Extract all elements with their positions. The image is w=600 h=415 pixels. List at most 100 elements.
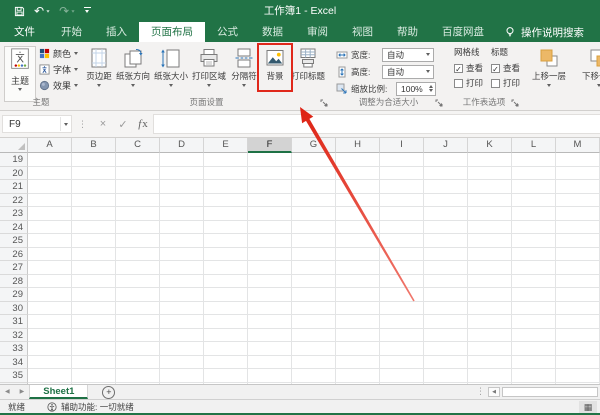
row-header-28[interactable]: 28 <box>0 274 28 288</box>
cell-K30[interactable] <box>468 301 512 315</box>
button-打印区域[interactable]: 打印区域 <box>190 44 228 87</box>
cell-G23[interactable] <box>292 207 336 221</box>
cell-K21[interactable] <box>468 180 512 194</box>
cell-L25[interactable] <box>512 234 556 248</box>
column-header-F[interactable]: F <box>248 138 292 153</box>
cell-A35[interactable] <box>28 369 72 383</box>
cell-I24[interactable] <box>380 220 424 234</box>
cell-K22[interactable] <box>468 193 512 207</box>
theme-effects-button[interactable]: 效果 <box>39 79 79 92</box>
sheet-options-dialog-launcher[interactable] <box>511 99 519 107</box>
cell-I28[interactable] <box>380 274 424 288</box>
cell-E32[interactable] <box>204 328 248 342</box>
cell-D20[interactable] <box>160 166 204 180</box>
scale-combo[interactable]: 自动 <box>382 47 434 62</box>
cell-B25[interactable] <box>72 234 116 248</box>
name-box[interactable]: F9 <box>2 115 72 133</box>
column-header-E[interactable]: E <box>204 138 248 153</box>
cell-K27[interactable] <box>468 261 512 275</box>
column-header-C[interactable]: C <box>116 138 160 153</box>
cell-I23[interactable] <box>380 207 424 221</box>
cell-B33[interactable] <box>72 342 116 356</box>
cell-I22[interactable] <box>380 193 424 207</box>
cell-J30[interactable] <box>424 301 468 315</box>
row-header-34[interactable]: 34 <box>0 355 28 369</box>
cell-K31[interactable] <box>468 315 512 329</box>
accessibility-status[interactable]: 辅助功能: 一切就绪 <box>47 401 134 413</box>
cell-G21[interactable] <box>292 180 336 194</box>
cell-D30[interactable] <box>160 301 204 315</box>
cell-A32[interactable] <box>28 328 72 342</box>
button-纸张大小[interactable]: 纸张大小 <box>152 44 190 87</box>
themes-button[interactable]: 主题 <box>4 46 36 102</box>
row-header-27[interactable]: 27 <box>0 261 28 275</box>
cell-E34[interactable] <box>204 355 248 369</box>
cell-F22[interactable] <box>248 193 292 207</box>
cell-F26[interactable] <box>248 247 292 261</box>
sheet-nav-left-icon[interactable]: ◀ <box>0 385 15 399</box>
tab-审阅[interactable]: 审阅 <box>295 22 340 42</box>
checkbox[interactable] <box>454 78 463 88</box>
cell-D23[interactable] <box>160 207 204 221</box>
cell-C32[interactable] <box>116 328 160 342</box>
cell-H30[interactable] <box>336 301 380 315</box>
cell-L31[interactable] <box>512 315 556 329</box>
cell-M23[interactable] <box>556 207 600 221</box>
cell-I33[interactable] <box>380 342 424 356</box>
button-纸张方向[interactable]: 纸张方向 <box>114 44 152 87</box>
tab-scroll-sizer[interactable]: ⋮ <box>476 386 485 397</box>
tab-帮助[interactable]: 帮助 <box>385 22 430 42</box>
cell-E26[interactable] <box>204 247 248 261</box>
cell-L23[interactable] <box>512 207 556 221</box>
cell-G19[interactable] <box>292 153 336 167</box>
row-header-21[interactable]: 21 <box>0 180 28 194</box>
cell-J31[interactable] <box>424 315 468 329</box>
cell-J28[interactable] <box>424 274 468 288</box>
cell-K25[interactable] <box>468 234 512 248</box>
cell-D34[interactable] <box>160 355 204 369</box>
cell-F25[interactable] <box>248 234 292 248</box>
cell-A33[interactable] <box>28 342 72 356</box>
cell-L29[interactable] <box>512 288 556 302</box>
scale-dialog-launcher[interactable] <box>435 99 443 107</box>
cell-B35[interactable] <box>72 369 116 383</box>
cell-I27[interactable] <box>380 261 424 275</box>
cell-E30[interactable] <box>204 301 248 315</box>
spinner-buttons[interactable] <box>429 85 433 92</box>
cell-C26[interactable] <box>116 247 160 261</box>
cell-A20[interactable] <box>28 166 72 180</box>
cell-G33[interactable] <box>292 342 336 356</box>
cell-M20[interactable] <box>556 166 600 180</box>
cell-A25[interactable] <box>28 234 72 248</box>
cell-M25[interactable] <box>556 234 600 248</box>
cell-G27[interactable] <box>292 261 336 275</box>
cell-D26[interactable] <box>160 247 204 261</box>
cell-H21[interactable] <box>336 180 380 194</box>
cell-E28[interactable] <box>204 274 248 288</box>
cell-M27[interactable] <box>556 261 600 275</box>
cell-M34[interactable] <box>556 355 600 369</box>
cell-J21[interactable] <box>424 180 468 194</box>
cell-C23[interactable] <box>116 207 160 221</box>
cell-M19[interactable] <box>556 153 600 167</box>
cell-L26[interactable] <box>512 247 556 261</box>
spinner-up-icon[interactable] <box>429 85 433 88</box>
cell-E31[interactable] <box>204 315 248 329</box>
cell-A31[interactable] <box>28 315 72 329</box>
row-header-33[interactable]: 33 <box>0 342 28 356</box>
column-header-K[interactable]: K <box>468 138 512 153</box>
scale-combo[interactable]: 自动 <box>382 64 434 79</box>
cell-I31[interactable] <box>380 315 424 329</box>
cell-B30[interactable] <box>72 301 116 315</box>
cell-I30[interactable] <box>380 301 424 315</box>
cell-H29[interactable] <box>336 288 380 302</box>
checkbox[interactable] <box>491 78 501 88</box>
undo-dropdown-icon[interactable] <box>46 9 50 13</box>
cell-B31[interactable] <box>72 315 116 329</box>
tab-视图[interactable]: 视图 <box>340 22 385 42</box>
cell-I32[interactable] <box>380 328 424 342</box>
cell-L24[interactable] <box>512 220 556 234</box>
cell-M30[interactable] <box>556 301 600 315</box>
cell-B22[interactable] <box>72 193 116 207</box>
cell-B23[interactable] <box>72 207 116 221</box>
